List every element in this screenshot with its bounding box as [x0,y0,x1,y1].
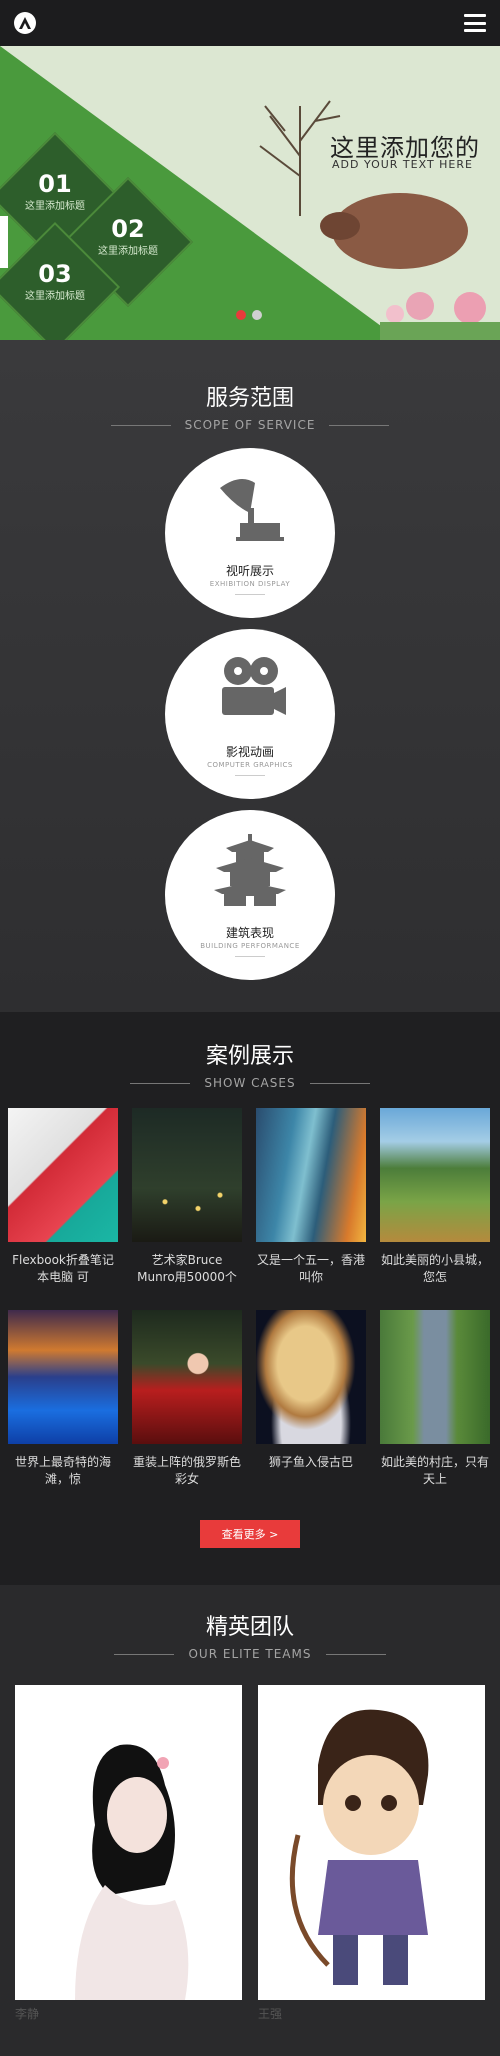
case-item-8[interactable]: 如此美的村庄，只有天上 [380,1310,490,1488]
team-section: 精英团队 OUR ELITE TEAMS 李静 王强 [0,1585,500,2056]
hero-item-label: 这里添加标题 [25,291,85,302]
case-caption: Flexbook折叠笔记本电脑 可 [12,1253,114,1284]
logo-icon[interactable] [14,12,36,34]
case-caption: 如此美的村庄，只有天上 [380,1455,489,1486]
cases-subtitle: SHOW CASES [204,1076,296,1090]
case-photo [132,1108,242,1242]
case-item-3[interactable]: 又是一个五一，香港叫你 [256,1108,366,1286]
hero-banner[interactable]: 这里添加您的 ADD YOUR TEXT HERE 01 这里添加标题 02 这… [0,46,500,340]
case-caption: 又是一个五一，香港叫你 [256,1253,365,1284]
team-member-card-2[interactable] [258,1685,485,2000]
case-caption: 世界上最奇特的海滩，惊 [14,1455,111,1486]
hero-item-2[interactable]: 02 这里添加标题 [68,216,188,257]
hero-item-number: 02 [111,215,145,243]
service-name: 影视动画 [225,745,274,759]
services-subtitle-row: SCOPE OF SERVICE [0,418,500,432]
team-title: 精英团队 [205,1615,294,1640]
service-name: 建筑表现 [225,926,274,940]
case-photo [8,1108,118,1242]
service-name: 视听展示 [225,564,274,578]
case-photo [256,1108,366,1242]
hamburger-menu-icon[interactable] [464,14,486,32]
case-item-1[interactable]: Flexbook折叠笔记本电脑 可 [8,1108,118,1286]
top-header [0,0,500,46]
member-photo [15,1685,242,2000]
cases-section: 案例展示 SHOW CASES Flexbook折叠笔记本电脑 可 艺术家Bru… [0,1012,500,1585]
team-member-name-1: 李静 [15,2007,40,2021]
hero-item-3[interactable]: 03 这里添加标题 [0,261,115,302]
case-photo [8,1310,118,1444]
cases-subtitle-row: SHOW CASES [0,1076,500,1090]
case-item-4[interactable]: 如此美丽的小县城，您怎 [380,1108,490,1286]
case-photo [132,1310,242,1444]
case-caption: 如此美丽的小县城，您怎 [380,1253,489,1284]
case-photo [380,1108,490,1242]
view-more-button[interactable]: 查看更多 > [200,1520,300,1548]
case-photo [256,1310,366,1444]
case-item-6[interactable]: 重装上阵的俄罗斯色彩女 [132,1310,242,1488]
team-subtitle-row: OUR ELITE TEAMS [0,1647,500,1661]
case-item-7[interactable]: 狮子鱼入侵古巴 [256,1310,366,1488]
services-section: 服务范围 SCOPE OF SERVICE 视听展示 EXHIBITION DI… [0,340,500,1012]
service-card-exhibition[interactable]: 视听展示 EXHIBITION DISPLAY [165,448,335,618]
team-subtitle: OUR ELITE TEAMS [188,1647,312,1661]
team-member-card-1[interactable] [15,1685,242,2000]
services-subtitle: SCOPE OF SERVICE [184,418,316,432]
hero-subtitle: ADD YOUR TEXT HERE [332,158,473,171]
services-title: 服务范围 [205,386,294,411]
service-en: BUILDING PERFORMANCE [200,942,300,950]
film-camera-icon [222,657,286,715]
cases-title: 案例展示 [205,1044,294,1069]
case-item-5[interactable]: 世界上最奇特的海滩，惊 [8,1310,118,1488]
member-photo [258,1685,485,2000]
service-card-animation[interactable]: 影视动画 COMPUTER GRAPHICS [165,629,335,799]
hero-side-marker [0,216,8,268]
hero-item-number: 03 [38,260,72,288]
case-caption: 重装上阵的俄罗斯色彩女 [132,1455,241,1486]
service-card-architecture[interactable]: 建筑表现 BUILDING PERFORMANCE [165,810,335,980]
case-caption: 艺术家Bruce Munro用50000个灯 [137,1253,237,1284]
case-item-2[interactable]: 艺术家Bruce Munro用50000个灯 [132,1108,242,1286]
gramophone-icon [220,479,284,541]
case-photo [380,1310,490,1444]
service-en: COMPUTER GRAPHICS [207,761,293,769]
pagoda-icon [214,834,286,906]
team-member-name-2: 王强 [258,2007,283,2021]
service-en: EXHIBITION DISPLAY [209,580,291,588]
case-caption: 狮子鱼入侵古巴 [268,1455,353,1469]
hero-item-number: 01 [38,170,72,198]
